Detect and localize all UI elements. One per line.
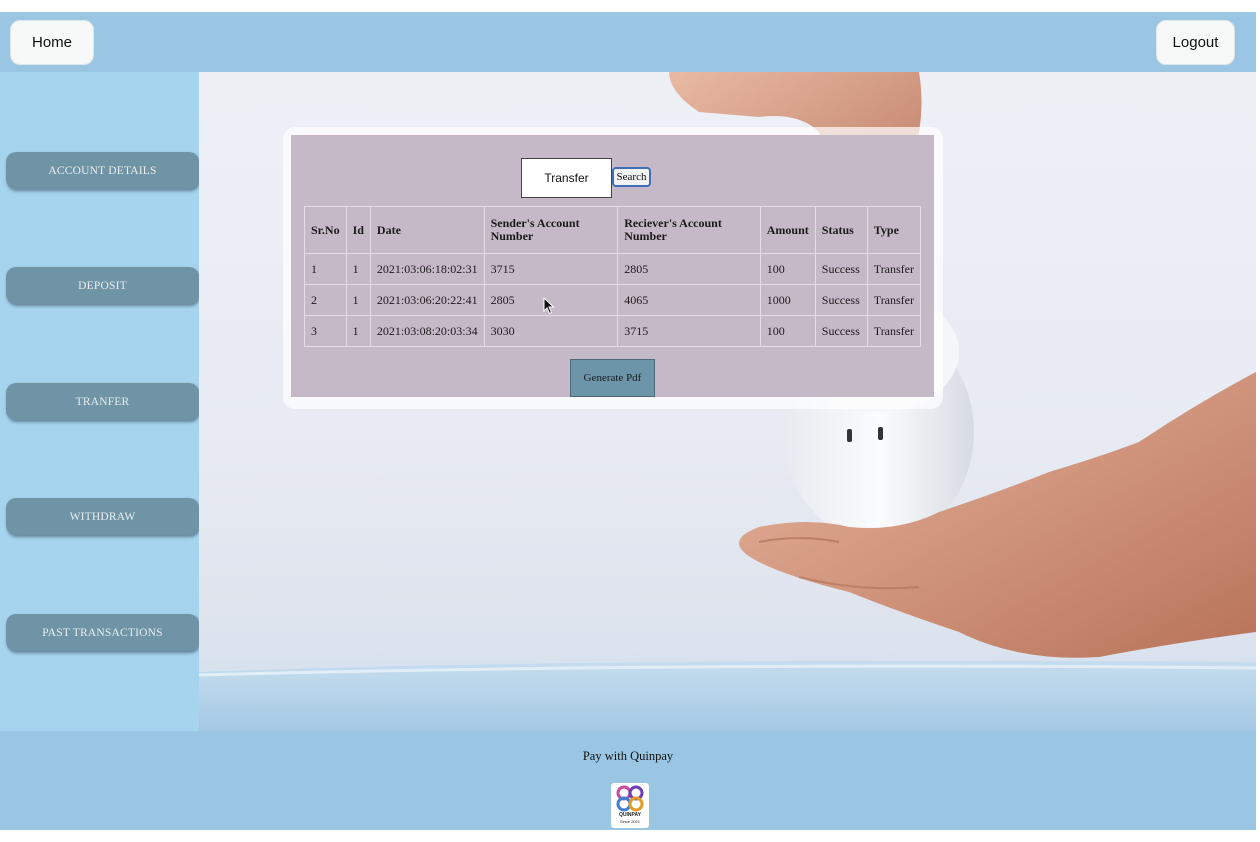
table-cell: 100 (759, 315, 816, 347)
table-row: 1 1 2021:03:06:18:02:31 3715 2805 100 Su… (304, 253, 922, 285)
table-row: 2 1 2021:03:06:20:22:41 2805 4065 1000 S… (304, 284, 922, 316)
sidebar: ACCOUNT DETAILS DEPOSIT TRANFER WITHDRAW… (0, 72, 199, 731)
table-cell: Success (814, 315, 868, 347)
column-header: Sr.No (304, 206, 347, 254)
table-cell: Transfer (866, 315, 922, 347)
sidebar-item-withdraw[interactable]: WITHDRAW (6, 498, 199, 535)
search-input[interactable]: Transfer (521, 158, 612, 198)
mouse-pointer-icon (543, 297, 555, 315)
column-header: Amount (759, 206, 816, 254)
table-cell: Transfer (866, 284, 922, 316)
table-row: 3 1 2021:03:08:20:03:34 3030 3715 100 Su… (304, 315, 922, 347)
logo-mark-icon (616, 785, 644, 812)
table-cell: 3 (304, 315, 347, 347)
logo-tagline: Since 2021 (619, 819, 640, 824)
footer: Pay with Quinpay QUINPAY Since 2021 (0, 731, 1256, 830)
table-cell: 1000 (759, 284, 816, 316)
table-cell: 2021:03:06:18:02:31 (369, 253, 485, 285)
table-cell: 100 (759, 253, 816, 285)
table-cell: 1 (345, 253, 371, 285)
sidebar-item-past-transactions[interactable]: PAST TRANSACTIONS (6, 614, 199, 651)
footer-text: Pay with Quinpay (582, 749, 674, 763)
column-header: Reciever's Account Number (617, 206, 761, 254)
sidebar-item-account-details[interactable]: ACCOUNT DETAILS (6, 152, 199, 189)
column-header: Id (345, 206, 371, 254)
table-cell: 3715 (617, 315, 761, 347)
table-cell: 3030 (483, 315, 619, 347)
sidebar-item-deposit[interactable]: DEPOSIT (6, 267, 199, 304)
table-cell: 1 (345, 284, 371, 316)
column-header: Date (369, 206, 485, 254)
table-cell: 2021:03:08:20:03:34 (369, 315, 485, 347)
table-cell: 4065 (617, 284, 761, 316)
search-button[interactable]: Search (612, 167, 651, 187)
table-cell: 2805 (617, 253, 761, 285)
transactions-table: Sr.No Id Date Sender's Account Number Re… (304, 206, 922, 347)
table-cell: Success (814, 284, 868, 316)
table-cell: 2 (304, 284, 347, 316)
transactions-panel: Transfer Search Sr.No Id Date Sender's A… (291, 135, 934, 397)
table-cell: Transfer (866, 253, 922, 285)
table-header-row: Sr.No Id Date Sender's Account Number Re… (304, 206, 922, 254)
table-cell: Success (814, 253, 868, 285)
column-header: Status (814, 206, 868, 254)
table-cell: 2021:03:06:20:22:41 (369, 284, 485, 316)
sidebar-item-transfer[interactable]: TRANFER (6, 383, 199, 420)
table-cell: 1 (304, 253, 347, 285)
home-button[interactable]: Home (10, 20, 94, 65)
logout-button[interactable]: Logout (1156, 20, 1235, 65)
table-cell: 3715 (483, 253, 619, 285)
generate-pdf-button[interactable]: Generate Pdf (570, 359, 655, 397)
table-cell: 1 (345, 315, 371, 347)
top-navbar: Home Logout (0, 12, 1256, 72)
column-header: Sender's Account Number (483, 206, 619, 254)
quinpay-logo-icon: QUINPAY Since 2021 (611, 783, 649, 828)
logo-name: QUINPAY (619, 812, 641, 818)
column-header: Type (866, 206, 922, 254)
